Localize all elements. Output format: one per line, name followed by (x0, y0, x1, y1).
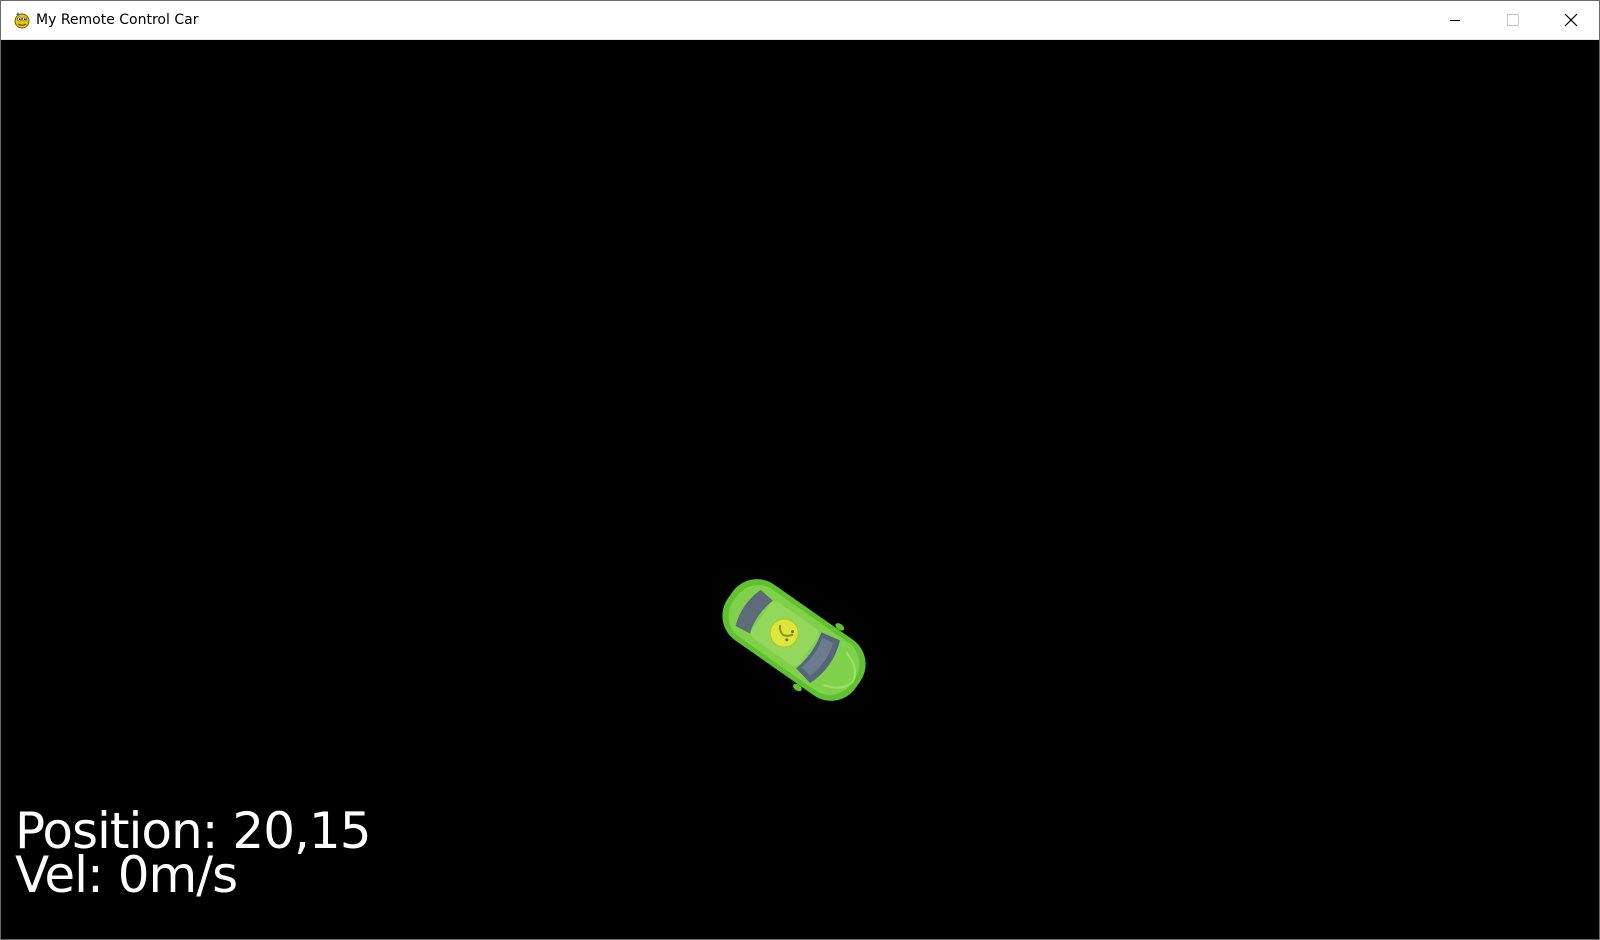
car-sprite[interactable] (714, 574, 884, 724)
title-bar[interactable]: My Remote Control Car (1, 1, 1599, 40)
maximize-icon (1507, 14, 1519, 26)
maximize-button[interactable] (1484, 1, 1542, 39)
minimize-button[interactable] (1426, 1, 1484, 39)
close-icon (1564, 13, 1578, 27)
window-title: My Remote Control Car (36, 12, 199, 28)
game-canvas[interactable]: Position: 20,15 Vel: 0m/s (1, 40, 1599, 939)
close-button[interactable] (1542, 1, 1599, 39)
minimize-icon (1450, 20, 1460, 21)
pygame-snake-icon (14, 12, 30, 29)
hud-overlay: Position: 20,15 Vel: 0m/s (15, 806, 372, 900)
app-window: My Remote Control Car Position: 20,15 Ve… (0, 0, 1600, 940)
